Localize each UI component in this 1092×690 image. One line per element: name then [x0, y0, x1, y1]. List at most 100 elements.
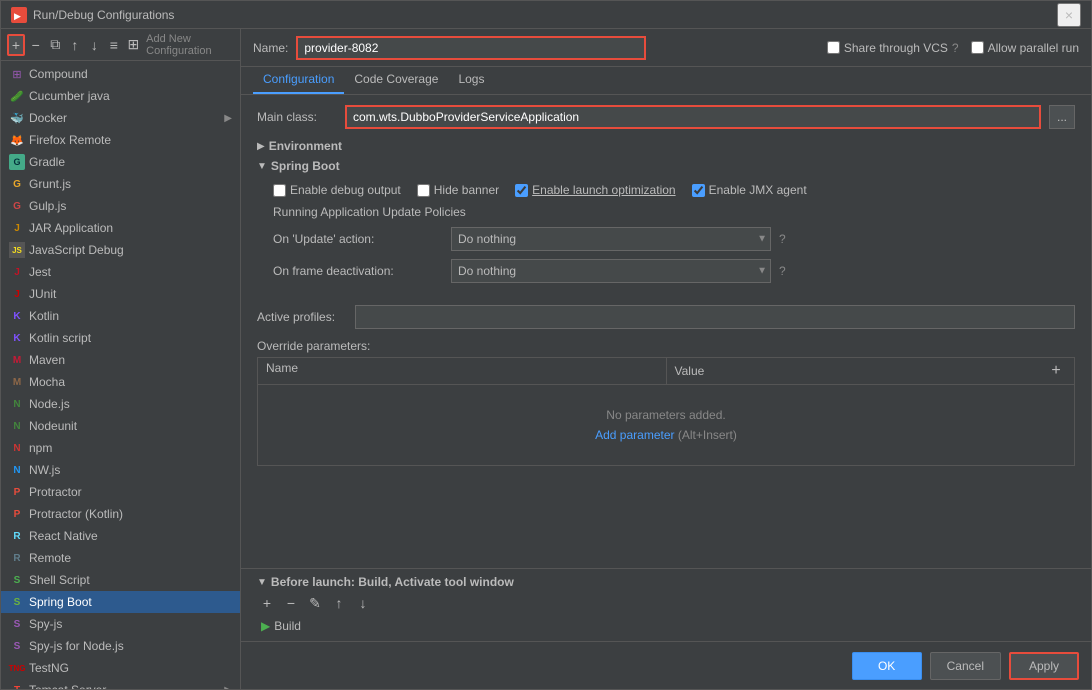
active-profiles-input[interactable] [355, 305, 1075, 329]
compound-label: Compound [29, 67, 88, 81]
tree-item-docker[interactable]: 🐳 Docker ▶ [1, 107, 240, 129]
enable-debug-item: Enable debug output [273, 183, 401, 197]
hide-banner-checkbox[interactable] [417, 184, 430, 197]
add-param-link[interactable]: Add parameter [595, 428, 674, 442]
tree-item-remote[interactable]: R Remote [1, 547, 240, 569]
share-help-icon[interactable]: ? [952, 41, 959, 55]
tree-item-nodejs[interactable]: N Node.js [1, 393, 240, 415]
tree-item-react-native[interactable]: R React Native [1, 525, 240, 547]
bl-edit-button[interactable]: ✎ [305, 593, 325, 613]
environment-arrow[interactable]: ▶ [257, 141, 265, 152]
expand-button[interactable]: ⊞ [125, 34, 143, 56]
enable-debug-checkbox[interactable] [273, 184, 286, 197]
share-vcs-group: Share through VCS ? [827, 41, 959, 55]
on-frame-help-icon[interactable]: ? [779, 264, 786, 278]
tree-item-nwjs[interactable]: N NW.js [1, 459, 240, 481]
tree-item-tomcat[interactable]: T Tomcat Server ▶ [1, 679, 240, 689]
tree-item-spy-js-node[interactable]: S Spy-js for Node.js [1, 635, 240, 657]
grunt-icon: G [9, 176, 25, 192]
nodeunit-icon: N [9, 418, 25, 434]
apply-button[interactable]: Apply [1009, 652, 1079, 680]
tab-code-coverage[interactable]: Code Coverage [344, 66, 448, 94]
tree-item-protractor-kotlin[interactable]: P Protractor (Kotlin) [1, 503, 240, 525]
override-params-label: Override parameters: [257, 339, 1075, 353]
tree-item-testng[interactable]: TNG TestNG [1, 657, 240, 679]
name-bar: Name: Share through VCS ? Allow parallel… [241, 29, 1091, 67]
tree-item-junit[interactable]: J JUnit [1, 283, 240, 305]
main-class-input[interactable] [345, 105, 1041, 129]
sort-button[interactable]: ≡ [105, 34, 123, 56]
enable-launch-label: Enable launch optimization [532, 183, 675, 197]
spring-boot-section: ▼ Spring Boot Enable debug output Hide b… [257, 159, 1075, 295]
before-launch-header: ▼ Before launch: Build, Activate tool wi… [257, 575, 1075, 589]
move-up-button[interactable]: ↑ [66, 34, 84, 56]
bl-up-button[interactable]: ↑ [329, 593, 349, 613]
allow-parallel-checkbox[interactable] [971, 41, 984, 54]
tree-item-nodeunit[interactable]: N Nodeunit [1, 415, 240, 437]
bl-build-icon: ▶ [261, 619, 270, 633]
tree-item-shell-script[interactable]: S Shell Script [1, 569, 240, 591]
tree-item-jest[interactable]: J Jest [1, 261, 240, 283]
ok-button[interactable]: OK [852, 652, 922, 680]
bl-down-button[interactable]: ↓ [353, 593, 373, 613]
on-update-select[interactable]: Do nothing Update resources Update class… [451, 227, 771, 251]
tree-item-js-debug[interactable]: JS JavaScript Debug [1, 239, 240, 261]
add-config-button[interactable]: + [7, 34, 25, 56]
add-new-label: Add New Configuration [146, 33, 234, 57]
cancel-button[interactable]: Cancel [930, 652, 1001, 680]
bl-add-button[interactable]: + [257, 593, 277, 613]
tomcat-label: Tomcat Server [29, 683, 106, 689]
enable-debug-label: Enable debug output [290, 183, 401, 197]
tree-item-cucumber[interactable]: 🥒 Cucumber java [1, 85, 240, 107]
maven-icon: M [9, 352, 25, 368]
override-add-button[interactable]: + [1046, 361, 1066, 381]
main-class-browse-button[interactable]: ... [1049, 105, 1075, 129]
on-frame-row: On frame deactivation: Do nothing Update… [273, 259, 1059, 283]
svg-text:▶: ▶ [14, 11, 21, 21]
add-param-shortcut: (Alt+Insert) [678, 428, 737, 442]
before-launch-arrow[interactable]: ▼ [257, 577, 267, 588]
firefox-label: Firefox Remote [29, 133, 111, 147]
tree-item-gradle[interactable]: G Gradle [1, 151, 240, 173]
tree-item-grunt[interactable]: G Grunt.js [1, 173, 240, 195]
shell-script-icon: S [9, 572, 25, 588]
tree-item-kotlin[interactable]: K Kotlin [1, 305, 240, 327]
remove-config-button[interactable]: − [27, 34, 45, 56]
on-frame-select[interactable]: Do nothing Update resources Update class… [451, 259, 771, 283]
tree-item-mocha[interactable]: M Mocha [1, 371, 240, 393]
tree-item-npm[interactable]: N npm [1, 437, 240, 459]
enable-jmx-checkbox[interactable] [692, 184, 705, 197]
tree-item-spy-js[interactable]: S Spy-js [1, 613, 240, 635]
hide-banner-label: Hide banner [434, 183, 499, 197]
tree-item-maven[interactable]: M Maven [1, 349, 240, 371]
spring-boot-arrow[interactable]: ▼ [257, 161, 267, 172]
tab-logs[interactable]: Logs [448, 66, 494, 94]
environment-section: ▶ Environment [257, 139, 1075, 153]
no-params-text: No parameters added. [606, 408, 725, 422]
junit-label: JUnit [29, 287, 56, 301]
tree-item-protractor[interactable]: P Protractor [1, 481, 240, 503]
enable-launch-checkbox[interactable] [515, 184, 528, 197]
tree-item-jar[interactable]: J JAR Application [1, 217, 240, 239]
kotlin-label: Kotlin [29, 309, 59, 323]
move-down-button[interactable]: ↓ [86, 34, 104, 56]
tree-item-spring-boot[interactable]: S Spring Boot [1, 591, 240, 613]
compound-icon: ⊞ [9, 66, 25, 82]
tab-configuration[interactable]: Configuration [253, 66, 344, 94]
on-update-help-icon[interactable]: ? [779, 232, 786, 246]
name-input[interactable] [296, 36, 646, 60]
copy-config-button[interactable]: ⧉ [47, 34, 65, 56]
name-bar-right: Share through VCS ? Allow parallel run [827, 41, 1079, 55]
enable-jmx-item: Enable JMX agent [692, 183, 807, 197]
share-vcs-checkbox[interactable] [827, 41, 840, 54]
title-bar: ▶ Run/Debug Configurations × [1, 1, 1091, 29]
tree-item-compound[interactable]: ⊞ Compound [1, 63, 240, 85]
hide-banner-item: Hide banner [417, 183, 499, 197]
tree-item-firefox[interactable]: 🦊 Firefox Remote [1, 129, 240, 151]
on-frame-select-wrapper: Do nothing Update resources Update class… [451, 259, 771, 283]
tree-item-kotlin-script[interactable]: K Kotlin script [1, 327, 240, 349]
spring-boot-header: ▼ Spring Boot [257, 159, 1075, 173]
bl-remove-button[interactable]: − [281, 593, 301, 613]
tree-item-gulp[interactable]: G Gulp.js [1, 195, 240, 217]
close-button[interactable]: × [1057, 3, 1081, 27]
